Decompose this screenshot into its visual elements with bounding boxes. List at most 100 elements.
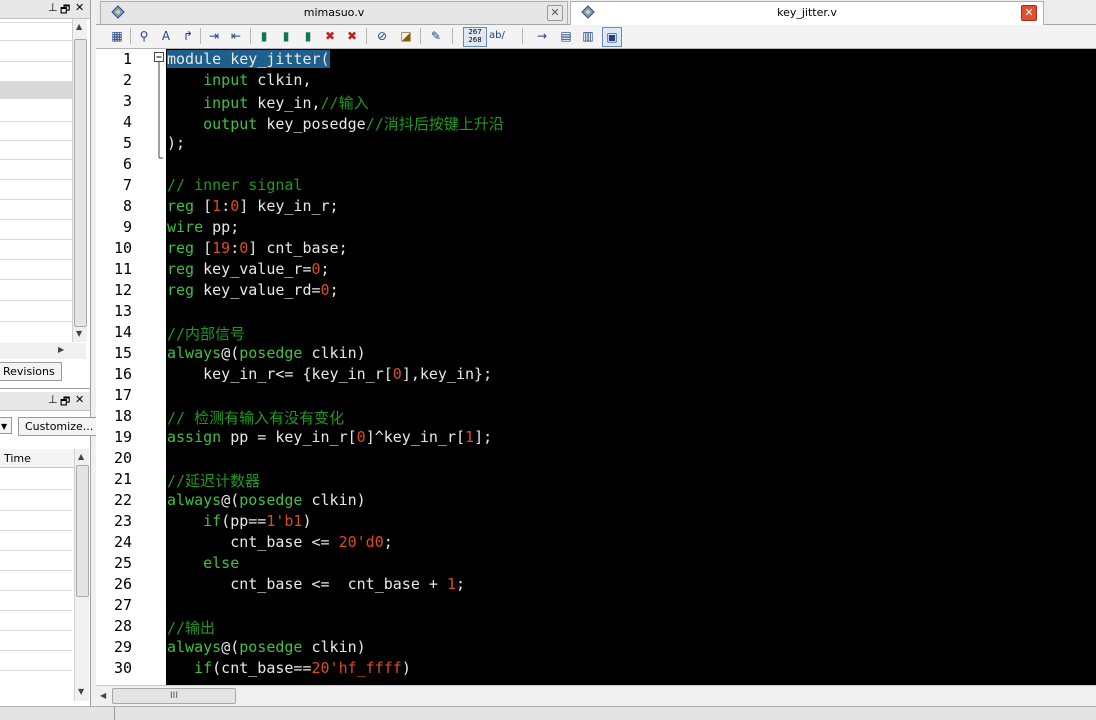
code-token: //输入 <box>320 94 369 112</box>
close-icon[interactable]: ✕ <box>75 1 84 14</box>
code-line[interactable]: assign pp = key_in_r[0]^key_in_r[1]; <box>167 428 492 446</box>
tab-mimasuo[interactable]: mimasuo.v ✕ <box>100 1 568 24</box>
tab-title: key_jitter.v <box>777 6 837 19</box>
code-line[interactable]: always@(posedge clkin) <box>167 638 366 656</box>
code-token: always <box>167 344 222 362</box>
code-token: reg <box>167 281 195 299</box>
code-line[interactable]: reg key_value_r=0; <box>167 260 330 278</box>
outdent-icon[interactable]: ⇤ <box>228 28 244 44</box>
dropdown-button[interactable]: ▼ <box>0 417 12 434</box>
code-token: clkin) <box>302 491 366 509</box>
code-token: reg <box>167 239 195 257</box>
line-number: 28 <box>113 617 132 635</box>
code-line[interactable]: // 检测有输入有没有变化 <box>167 407 344 428</box>
scroll-thumb[interactable] <box>76 465 89 597</box>
code-line[interactable]: ); <box>167 134 185 152</box>
code-token: @( <box>221 638 240 656</box>
close-icon[interactable]: ✕ <box>547 5 563 21</box>
editor-tab-bar: mimasuo.v ✕ key_jitter.v ✕ <box>96 0 1096 25</box>
column-icon[interactable]: ▥ <box>580 28 596 44</box>
restore-icon[interactable]: 🗗 <box>60 393 70 412</box>
code-line[interactable]: key_in_r<= {key_in_r[0],key_in}; <box>167 365 492 383</box>
code-token: ]; <box>474 428 493 446</box>
line-number: 10 <box>113 239 132 257</box>
customize-button[interactable]: Customize... <box>18 417 101 436</box>
line-number: 14 <box>113 323 132 341</box>
time-column-header[interactable]: Time <box>0 449 74 468</box>
selected-row[interactable] <box>0 81 72 99</box>
code-line[interactable]: //内部信号 <box>167 323 245 344</box>
goto-icon[interactable]: ↱ <box>180 28 196 44</box>
scroll-left-icon[interactable]: ◀ <box>100 691 106 700</box>
code-token: : <box>230 239 240 257</box>
code-token: cnt_base <= <box>167 533 339 551</box>
view-icon[interactable]: ▣ <box>602 27 622 47</box>
code-line[interactable]: if(pp==1'b1) <box>167 512 312 530</box>
top-panel-hscroll[interactable]: ▶ <box>0 343 86 359</box>
pin-icon[interactable]: ⊥ <box>48 393 58 406</box>
block-icon[interactable]: ▦ <box>109 28 125 44</box>
mid-panel-scrollbar[interactable]: ▲ ▼ <box>74 449 89 701</box>
indent-icon[interactable]: ⇥ <box>206 28 222 44</box>
code-line[interactable]: input clkin, <box>167 71 312 89</box>
code-token: //延迟计数器 <box>167 472 261 490</box>
close-icon[interactable]: ✕ <box>1021 5 1037 21</box>
code-line[interactable]: reg key_value_rd=0; <box>167 281 339 299</box>
close-icon[interactable]: ✕ <box>75 393 84 406</box>
code-line[interactable]: reg [19:0] cnt_base; <box>167 239 348 257</box>
line-number: 11 <box>113 260 132 278</box>
code-line[interactable]: // inner signal <box>167 176 302 194</box>
line-number: 13 <box>113 302 132 320</box>
scroll-up-icon[interactable]: ▲ <box>78 452 84 461</box>
scroll-right-icon[interactable]: ▶ <box>58 345 64 354</box>
code-line[interactable]: cnt_base <= 20'd0; <box>167 533 393 551</box>
code-editor[interactable]: module key_jitter( input clkin, input ke… <box>166 49 1096 685</box>
bookmark-next-icon[interactable]: ▮ <box>278 28 294 44</box>
line-number: 5 <box>122 134 132 152</box>
line-number: 30 <box>113 659 132 677</box>
code-token: key_value_r= <box>194 260 312 278</box>
eraser-icon[interactable]: ◪ <box>398 28 414 44</box>
bookmark-icon[interactable]: ▮ <box>256 28 272 44</box>
revisions-tab[interactable]: Revisions <box>0 362 62 381</box>
page-icon[interactable]: ▤ <box>558 28 574 44</box>
code-line[interactable]: cnt_base <= cnt_base + 1; <box>167 575 465 593</box>
edit-icon[interactable]: ✎ <box>428 28 444 44</box>
code-line[interactable]: //延迟计数器 <box>167 470 260 491</box>
code-line[interactable]: reg [1:0] key_in_r; <box>167 197 339 215</box>
code-line[interactable]: wire pp; <box>167 218 239 236</box>
word-wrap-icon[interactable]: ab/ <box>489 30 505 41</box>
bookmark-prev-icon[interactable]: ▮ <box>300 28 316 44</box>
tab-key-jitter[interactable]: key_jitter.v ✕ <box>570 1 1044 25</box>
top-panel-scrollbar[interactable]: ▲ ▼ <box>72 19 87 342</box>
code-line[interactable]: else <box>167 554 239 572</box>
code-token: ) <box>302 512 312 530</box>
code-line[interactable]: if(cnt_base==20'hf_ffff) <box>167 659 411 677</box>
code-line[interactable]: module key_jitter( <box>167 50 330 68</box>
bookmark-clear-icon[interactable]: ✖ <box>322 28 338 44</box>
binoculars-icon[interactable]: ⚲ <box>136 28 152 44</box>
line-number: 29 <box>113 638 132 656</box>
line-numbers-icon[interactable]: 267 268 <box>463 27 487 47</box>
scroll-down-icon[interactable]: ▼ <box>76 329 82 338</box>
line-number: 3 <box>122 92 132 110</box>
code-line[interactable]: input key_in,//输入 <box>167 92 369 113</box>
code-line[interactable]: always@(posedge clkin) <box>167 491 366 509</box>
restore-icon[interactable]: 🗗 <box>60 1 70 20</box>
editor-hscrollbar[interactable]: ◀ III <box>96 685 1096 706</box>
scroll-thumb[interactable]: III <box>112 688 236 704</box>
code-token: clkin, <box>248 71 312 89</box>
arrow-right-icon[interactable]: → <box>534 28 550 44</box>
code-token: [ <box>194 197 213 215</box>
paperclip-icon[interactable]: ⊘ <box>374 28 390 44</box>
scroll-thumb[interactable] <box>74 39 87 327</box>
bookmark-clear-all-icon[interactable]: ✖ <box>344 28 360 44</box>
pin-icon[interactable]: ⊥ <box>48 1 58 14</box>
replace-icon[interactable]: A <box>158 28 174 44</box>
scroll-up-icon[interactable]: ▲ <box>76 22 82 31</box>
scroll-down-icon[interactable]: ▼ <box>78 687 84 696</box>
code-line[interactable]: //输出 <box>167 617 215 638</box>
code-line[interactable]: always@(posedge clkin) <box>167 344 366 362</box>
code-line[interactable]: output key_posedge//消抖后按键上升沿 <box>167 113 504 134</box>
